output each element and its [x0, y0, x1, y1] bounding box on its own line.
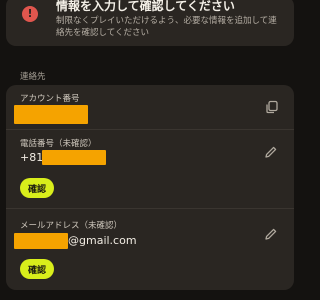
email-local-redacted — [14, 233, 68, 249]
edit-phone-button[interactable] — [262, 143, 280, 161]
account-number-redacted — [14, 105, 88, 124]
phone-label: 電話番号（未確認） — [20, 139, 97, 149]
email-label: メールアドレス（未確認） — [20, 221, 123, 231]
pencil-icon — [265, 146, 277, 158]
account-number-label: アカウント番号 — [20, 94, 80, 104]
confirm-email-button[interactable]: 確認 — [20, 259, 54, 279]
contacts-section-label: 連絡先 — [20, 72, 46, 82]
alert-title: 情報を入力して確認してください — [56, 0, 235, 13]
copy-icon[interactable] — [263, 98, 281, 116]
divider — [6, 208, 294, 209]
confirm-phone-button[interactable]: 確認 — [20, 178, 54, 198]
alert-message: 制限なくプレイいただけるよう、必要な情報を追加して連絡先を確認してください — [56, 16, 277, 38]
contact-info-card: アカウント番号 電話番号（未確認） +81 確認 メールアドレス（未確認） @g… — [6, 85, 294, 290]
phone-prefix: +81 — [20, 151, 44, 164]
alert-banner: ! 情報を入力して確認してください 制限なくプレイいただけるよう、必要な情報を追… — [6, 0, 294, 46]
edit-email-button[interactable] — [262, 225, 280, 243]
pencil-icon — [265, 228, 277, 240]
divider — [6, 129, 294, 130]
email-domain: @gmail.com — [68, 234, 137, 247]
phone-number-redacted — [42, 150, 106, 165]
alert-circle-icon: ! — [22, 6, 38, 22]
